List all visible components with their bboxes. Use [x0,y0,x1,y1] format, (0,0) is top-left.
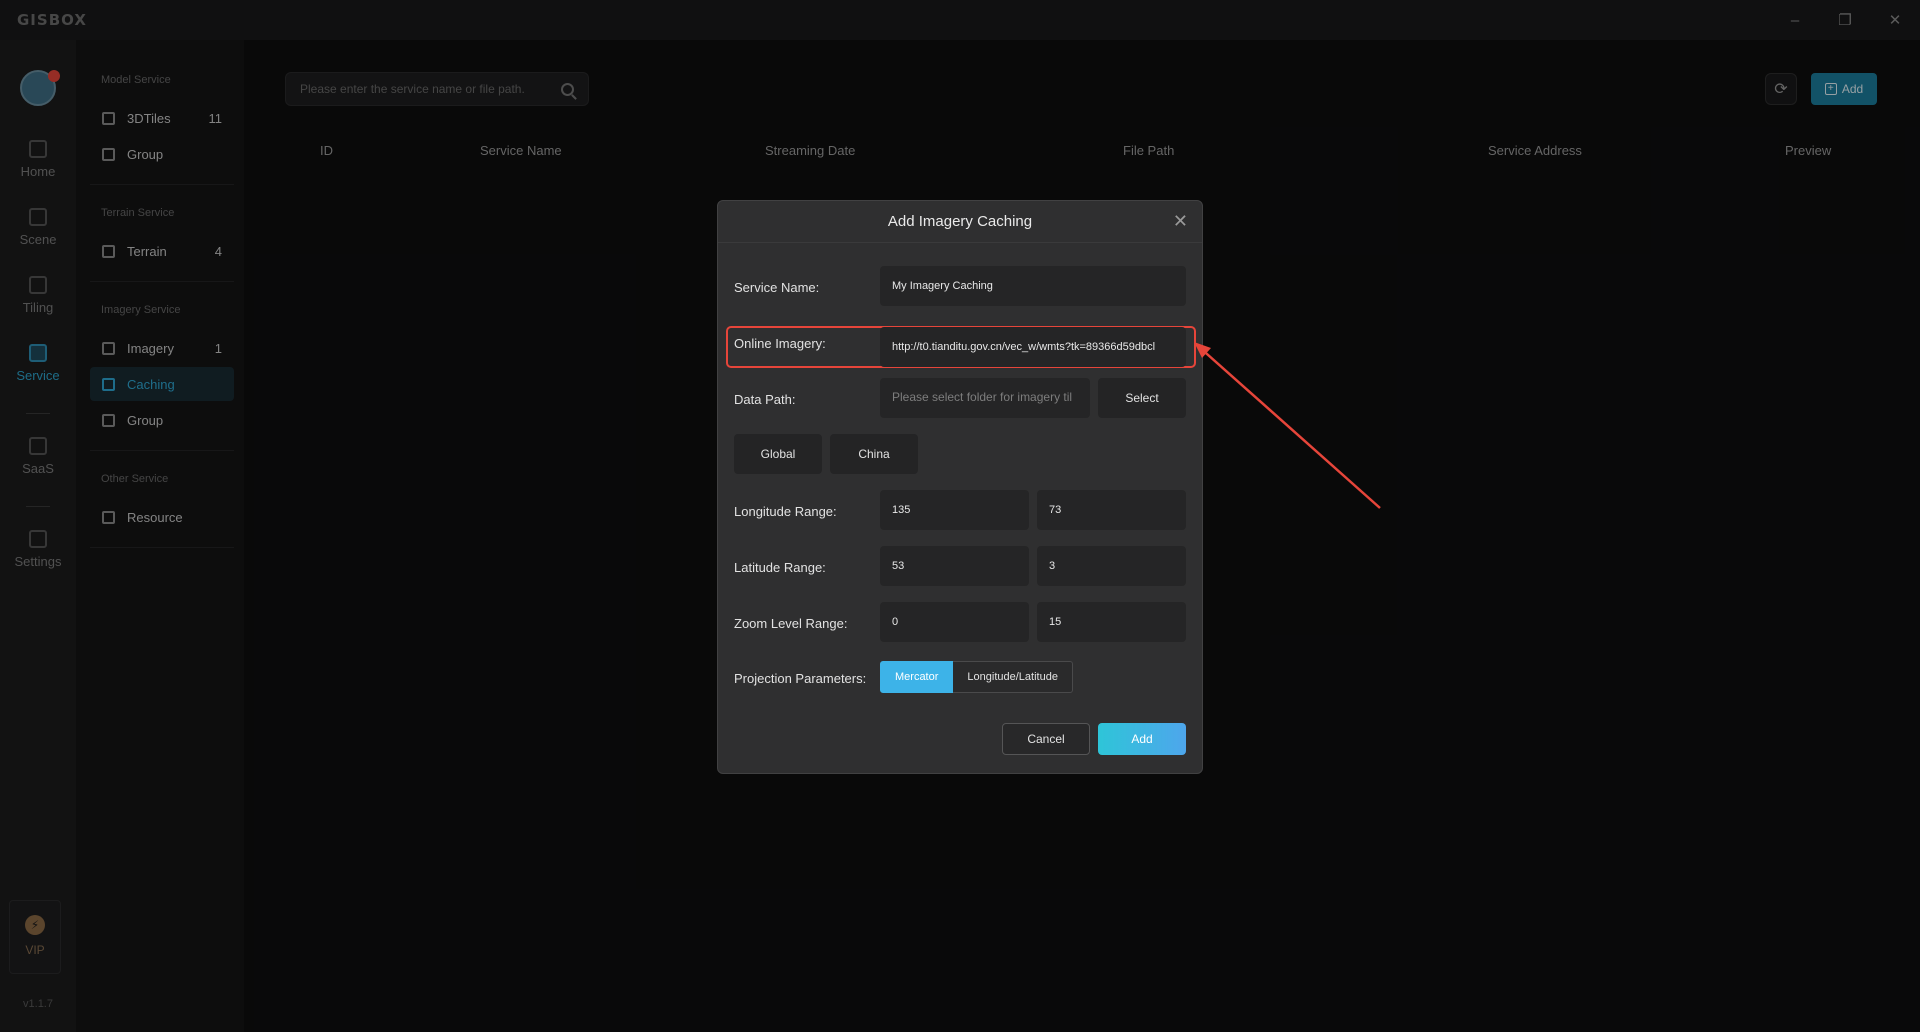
close-icon[interactable]: ✕ [1173,211,1188,232]
projection-mercator-option[interactable]: Mercator [880,661,954,693]
longitude-max-input[interactable] [1037,490,1186,530]
service-name-field [880,266,1186,306]
projection-lonlat-option[interactable]: Longitude/Latitude [953,661,1073,693]
dialog-title: Add Imagery Caching [887,213,1033,230]
latitude-min-input[interactable] [880,546,1029,586]
longitude-max-field [1037,490,1186,530]
zoom-max-field [1037,602,1186,642]
global-preset-button[interactable]: Global [734,434,822,474]
add-imagery-caching-dialog: Add Imagery Caching ✕ Service Name: Onli… [717,200,1203,774]
projection-toggle: Mercator Longitude/Latitude [880,661,1073,693]
latitude-max-field [1037,546,1186,586]
select-folder-button[interactable]: Select [1098,378,1186,418]
china-preset-button[interactable]: China [830,434,918,474]
add-button[interactable]: Add [1098,723,1186,755]
latitude-max-input[interactable] [1037,546,1186,586]
online-imagery-label: Online Imagery: [734,336,826,351]
zoom-min-field [880,602,1029,642]
longitude-range-label: Longitude Range: [734,504,837,519]
zoom-level-range-label: Zoom Level Range: [734,616,848,631]
latitude-min-field [880,546,1029,586]
zoom-min-input[interactable] [880,602,1029,642]
cancel-button[interactable]: Cancel [1002,723,1090,755]
longitude-min-input[interactable] [880,490,1029,530]
arrow-line [1197,345,1381,509]
data-path-field [880,378,1090,418]
projection-parameters-label: Projection Parameters: [734,671,867,686]
data-path-input[interactable] [880,378,1090,418]
service-name-label: Service Name: [734,280,820,295]
data-path-label: Data Path: [734,392,796,407]
zoom-max-input[interactable] [1037,602,1186,642]
online-imagery-input[interactable] [880,327,1186,367]
dialog-header: Add Imagery Caching [718,201,1202,243]
annotation-arrow [1194,342,1381,509]
online-imagery-field [880,327,1186,367]
latitude-range-label: Latitude Range: [734,560,826,575]
service-name-input[interactable] [880,266,1186,306]
longitude-min-field [880,490,1029,530]
